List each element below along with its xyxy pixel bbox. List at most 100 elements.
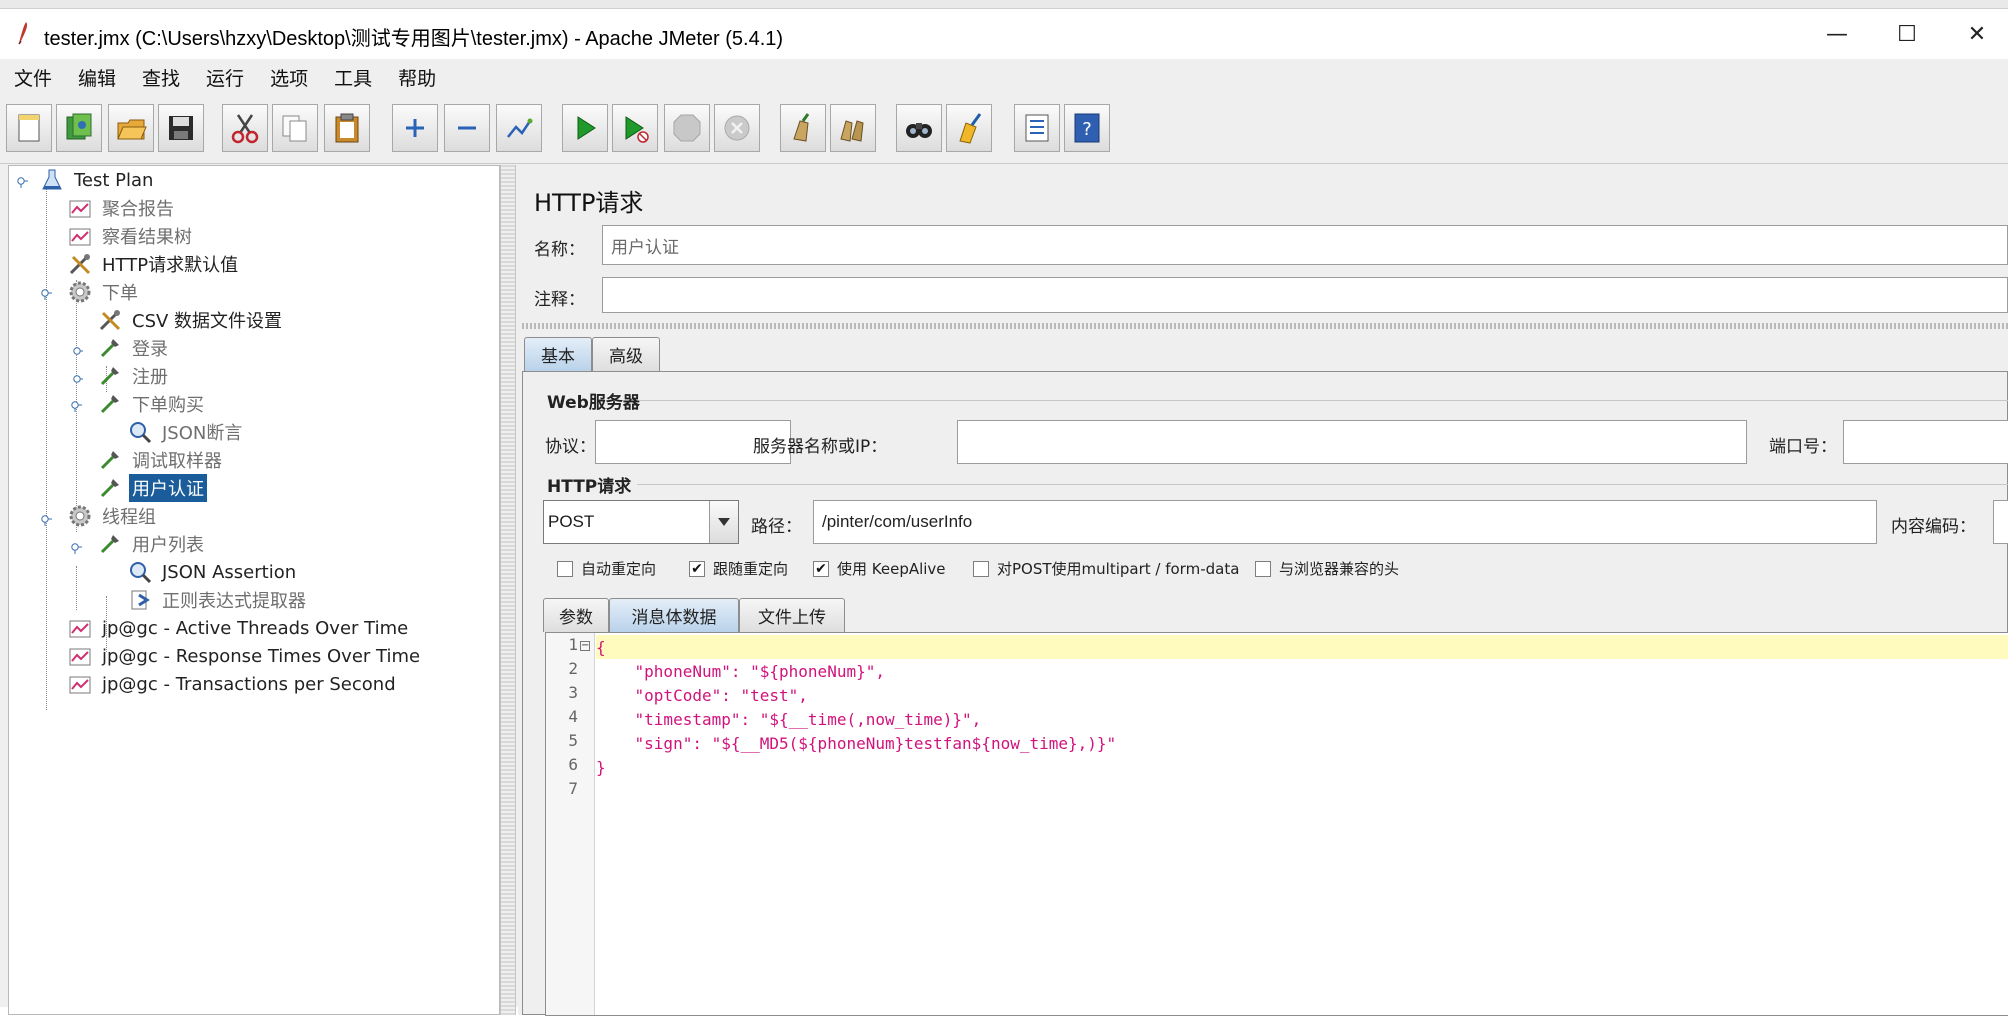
copy-button[interactable] bbox=[272, 104, 318, 152]
menu-file[interactable]: 文件 bbox=[14, 64, 52, 91]
start-button[interactable] bbox=[562, 104, 608, 152]
start-no-pauses-button[interactable] bbox=[612, 104, 658, 152]
shutdown-button[interactable] bbox=[714, 104, 760, 152]
browser-headers-checkbox[interactable]: 与浏览器兼容的头 bbox=[1255, 558, 1399, 579]
split-pane-divider[interactable] bbox=[500, 165, 516, 1015]
tab-file-upload[interactable]: 文件上传 bbox=[739, 598, 845, 632]
tree-item-active-threads[interactable]: jp@gc - Active Threads Over Time bbox=[67, 614, 411, 642]
tree-toggle-xiadangoumai[interactable] bbox=[71, 398, 83, 412]
checkbox-box bbox=[1255, 560, 1271, 577]
menu-help[interactable]: 帮助 bbox=[398, 64, 436, 91]
multipart-checkbox[interactable]: 对POST使用multipart / form-data bbox=[973, 558, 1239, 579]
tree-item-label: 正则表达式提取器 bbox=[162, 591, 306, 612]
tree-item-xianchengzu[interactable]: 线程组 bbox=[67, 502, 159, 530]
tab-body-data[interactable]: 消息体数据 bbox=[609, 598, 739, 632]
maximize-button[interactable]: ☐ bbox=[1872, 9, 1942, 59]
minimize-button[interactable]: — bbox=[1802, 9, 1872, 59]
tree-toggle-xiadan[interactable] bbox=[41, 286, 53, 300]
tab-advanced[interactable]: 高级 bbox=[592, 337, 660, 371]
menu-search[interactable]: 查找 bbox=[142, 64, 180, 91]
checkbox-label: 对POST使用multipart / form-data bbox=[997, 560, 1240, 578]
expand-icon bbox=[406, 119, 424, 137]
fold-collapse-icon[interactable]: − bbox=[580, 641, 590, 651]
start-no-pause-icon bbox=[625, 116, 649, 143]
path-field[interactable]: /pinter/com/userInfo bbox=[813, 500, 1877, 544]
close-button[interactable]: ✕ bbox=[1942, 9, 2008, 59]
tree-guide-line bbox=[46, 188, 47, 710]
toggle-button[interactable] bbox=[496, 104, 542, 152]
tree-item-zhuce[interactable]: 注册 bbox=[97, 362, 171, 390]
tree-item-aggregate-report[interactable]: 聚合报告 bbox=[67, 194, 177, 222]
body-data-editor[interactable]: 1 2 3 4 5 6 7 − { "phoneNum": "${phoneNu… bbox=[545, 632, 2008, 1016]
tree-item-json-duanyan[interactable]: JSON断言 bbox=[127, 418, 245, 446]
tree-item-label: JSON断言 bbox=[162, 423, 243, 444]
tree-item-label: jp@gc - Active Threads Over Time bbox=[102, 617, 409, 639]
keepalive-checkbox[interactable]: ✔ 使用 KeepAlive bbox=[813, 558, 946, 579]
tree-toggle-test-plan[interactable] bbox=[17, 174, 29, 188]
stop-button[interactable] bbox=[664, 104, 710, 152]
checkbox-label: 跟随重定向 bbox=[713, 560, 789, 578]
collapse-divider[interactable] bbox=[522, 323, 2008, 329]
tree-item-label: 线程组 bbox=[102, 507, 156, 528]
tree-item-debug-sampler[interactable]: 调试取样器 bbox=[97, 446, 225, 474]
tree-item-test-plan[interactable]: Test Plan bbox=[39, 166, 156, 194]
auto-redirect-checkbox[interactable]: 自动重定向 bbox=[557, 558, 656, 579]
help-button[interactable]: ? bbox=[1064, 104, 1110, 152]
expand-all-button[interactable] bbox=[392, 104, 438, 152]
search-button[interactable] bbox=[896, 104, 942, 152]
tab-parameters[interactable]: 参数 bbox=[543, 598, 609, 632]
new-button[interactable] bbox=[6, 104, 52, 152]
http-request-group-title: HTTP请求 bbox=[547, 477, 632, 497]
method-select[interactable]: POST bbox=[543, 500, 739, 544]
tree-item-regex-extractor[interactable]: 正则表达式提取器 bbox=[127, 586, 309, 614]
clear-button[interactable] bbox=[780, 104, 826, 152]
tree-item-xiadangoumai[interactable]: 下单购买 bbox=[97, 390, 207, 418]
collapse-all-button[interactable] bbox=[444, 104, 490, 152]
tree-item-label: Test Plan bbox=[74, 169, 154, 191]
thread-group-gear-icon bbox=[67, 503, 93, 529]
menu-edit[interactable]: 编辑 bbox=[78, 64, 116, 91]
name-field[interactable]: 用户认证 bbox=[602, 225, 2008, 265]
tree-item-denglu[interactable]: 登录 bbox=[97, 334, 171, 362]
sampler-pipette-icon bbox=[97, 531, 123, 557]
tree-item-view-results-tree[interactable]: 察看结果树 bbox=[67, 222, 195, 250]
port-field[interactable] bbox=[1843, 420, 2008, 464]
tree-toggle-yonghuliebiao[interactable] bbox=[71, 540, 83, 554]
reset-search-button[interactable] bbox=[946, 104, 992, 152]
function-helper-icon bbox=[1025, 114, 1049, 142]
protocol-label: 协议： bbox=[545, 437, 596, 457]
thread-group-gear-icon bbox=[67, 279, 93, 305]
line-number-gutter: 1 2 3 4 5 6 7 − bbox=[546, 633, 595, 1015]
tree-item-json-assertion[interactable]: JSON Assertion bbox=[127, 558, 299, 586]
menu-run[interactable]: 运行 bbox=[206, 64, 244, 91]
open-button[interactable] bbox=[108, 104, 154, 152]
tree-toggle-denglu[interactable] bbox=[71, 342, 83, 355]
tree-item-transactions-per-second[interactable]: jp@gc - Transactions per Second bbox=[67, 670, 399, 698]
server-field[interactable] bbox=[957, 420, 1747, 464]
jmeter-window: tester.jmx (C:\Users\hzxy\Desktop\测试专用图片… bbox=[0, 8, 2008, 1016]
follow-redirects-checkbox[interactable]: ✔ 跟随重定向 bbox=[689, 558, 788, 579]
tree-toggle-xianchengzu[interactable] bbox=[41, 512, 53, 526]
tree-item-yonghurenzheng[interactable]: 用户认证 bbox=[97, 474, 207, 502]
clear-all-button[interactable] bbox=[830, 104, 876, 152]
function-helper-button[interactable] bbox=[1014, 104, 1060, 152]
graph-listener-icon bbox=[67, 223, 93, 249]
tree-item-response-times[interactable]: jp@gc - Response Times Over Time bbox=[67, 642, 423, 670]
encoding-field[interactable] bbox=[1993, 500, 2008, 544]
menu-tools[interactable]: 工具 bbox=[334, 64, 372, 91]
tree-toggle-zhuce[interactable] bbox=[71, 370, 83, 383]
stop-icon bbox=[673, 114, 701, 142]
paste-button[interactable] bbox=[324, 104, 370, 152]
tree-item-xiadan[interactable]: 下单 bbox=[67, 278, 141, 306]
tree-item-csv-config[interactable]: CSV 数据文件设置 bbox=[97, 306, 285, 334]
templates-button[interactable] bbox=[56, 104, 102, 152]
tab-basic[interactable]: 基本 bbox=[524, 337, 592, 371]
save-button[interactable] bbox=[158, 104, 204, 152]
cut-button[interactable] bbox=[222, 104, 268, 152]
comment-field[interactable] bbox=[602, 277, 2008, 313]
tree-item-http-defaults[interactable]: HTTP请求默认值 bbox=[67, 250, 241, 278]
tree-item-yonghuliebiao[interactable]: 用户列表 bbox=[97, 530, 207, 558]
toggle-icon bbox=[507, 118, 533, 138]
menu-options[interactable]: 选项 bbox=[270, 64, 308, 91]
path-label: 路径： bbox=[751, 517, 802, 537]
